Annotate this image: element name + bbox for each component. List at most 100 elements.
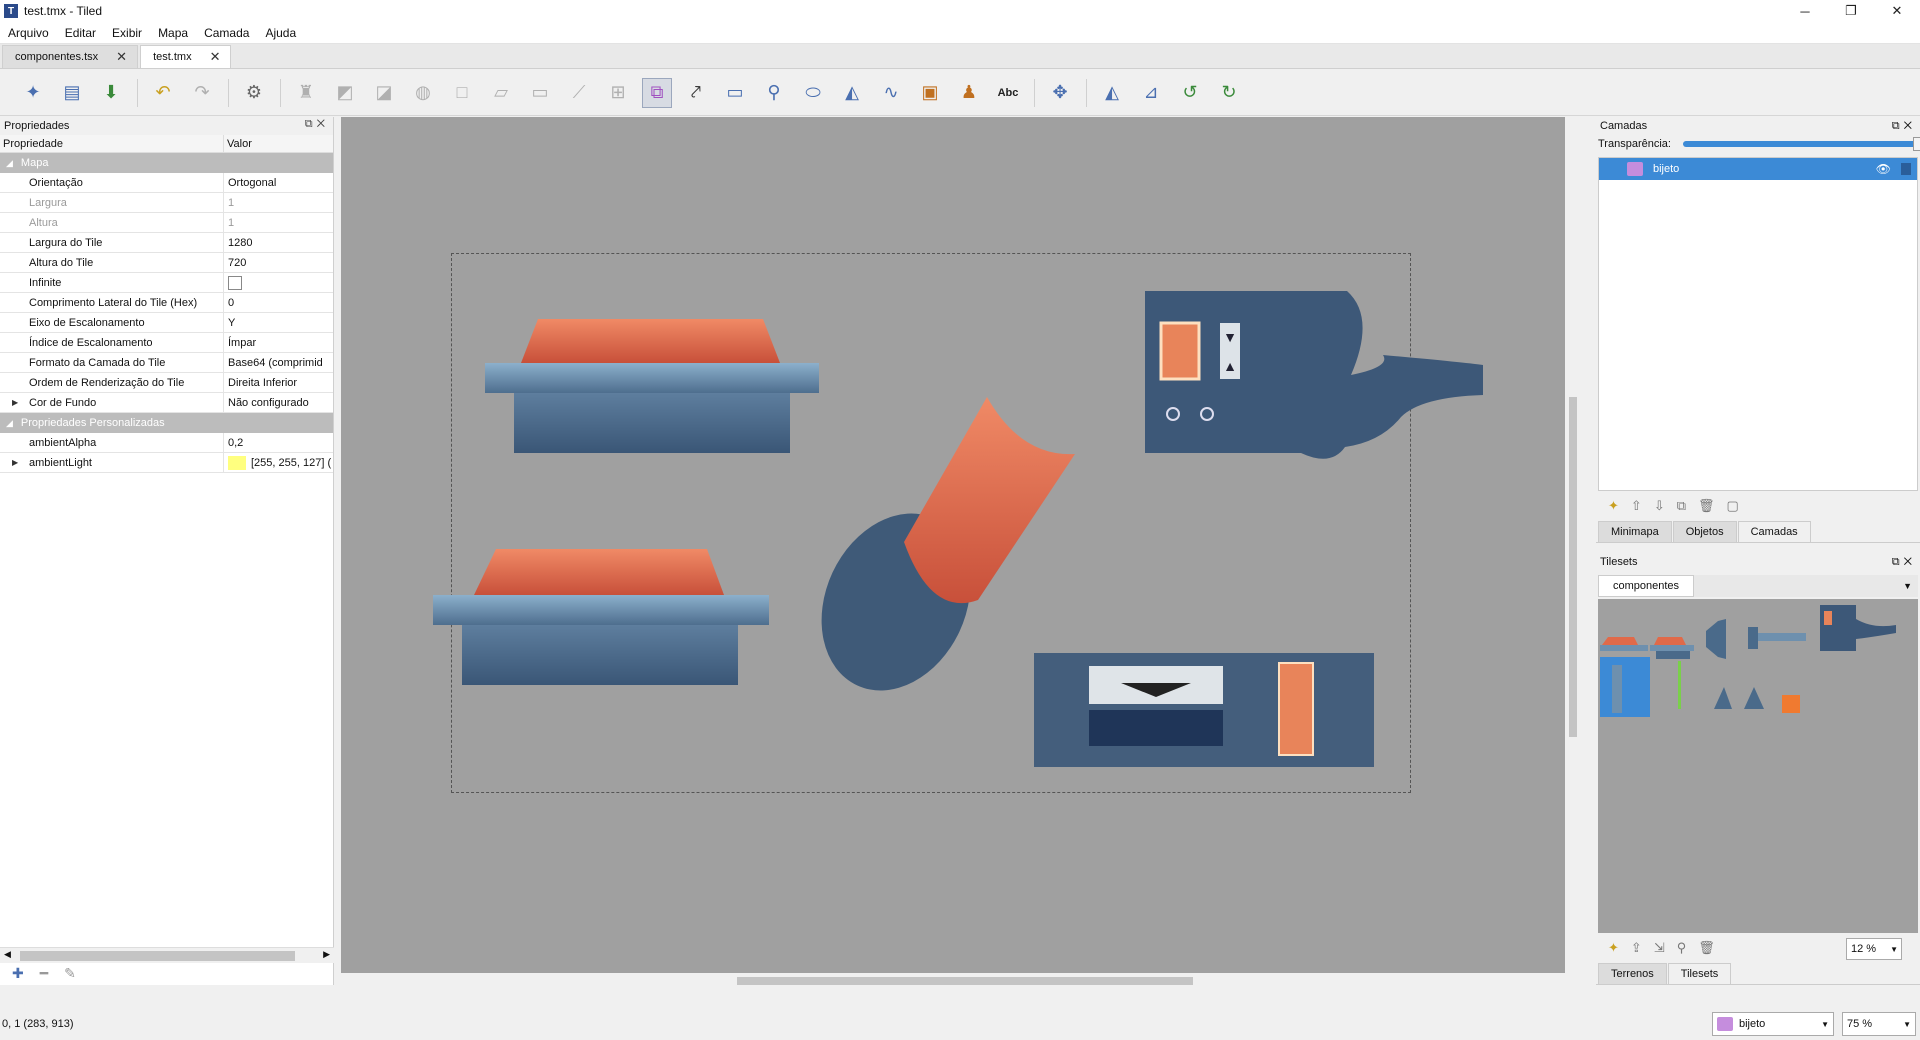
panel-sprite[interactable] — [1034, 653, 1374, 767]
add-property-icon[interactable]: ✚ — [12, 965, 24, 985]
scrollbar-thumb[interactable] — [20, 951, 295, 961]
insert-rectangle-icon[interactable]: ▭ — [720, 78, 750, 108]
property-row[interactable]: ▶ ambientLight [255, 255, 127] ( — [0, 453, 333, 473]
map-zoom-select[interactable]: 75 % ▼ — [1842, 1012, 1916, 1036]
group-map[interactable]: ◢ Mapa — [0, 153, 333, 173]
tab-tilesets[interactable]: Tilesets — [1667, 963, 1732, 984]
flip-vertical-icon[interactable]: ⊿ — [1136, 78, 1166, 108]
property-value[interactable]: Ímpar — [224, 333, 333, 352]
tile[interactable] — [1820, 605, 1896, 651]
rename-property-icon[interactable]: ✎ — [64, 965, 76, 985]
tile-selected[interactable] — [1600, 657, 1650, 717]
magic-wand-icon[interactable]: ⟋ — [564, 78, 594, 108]
select-objects-icon[interactable]: ⧉ — [642, 77, 672, 108]
property-row[interactable]: ambientAlpha 0,2 — [0, 433, 333, 453]
property-row[interactable]: Largura do Tile 1280 — [0, 233, 333, 253]
tile[interactable] — [1678, 661, 1681, 709]
property-row[interactable]: Ordem de Renderização do Tile Direita Inf… — [0, 373, 333, 393]
close-icon[interactable]: ✕ — [116, 49, 127, 65]
insert-point-icon[interactable]: ⚲ — [759, 78, 789, 108]
menu-camada[interactable]: Camada — [196, 26, 257, 40]
property-value[interactable]: [255, 255, 127] ( — [224, 453, 333, 472]
insert-ellipse-icon[interactable]: ⬭ — [798, 78, 828, 108]
delete-layer-icon[interactable]: 🗑 — [1698, 498, 1715, 514]
close-icon[interactable]: ✕ — [210, 49, 221, 65]
property-value[interactable] — [224, 273, 333, 292]
property-value[interactable]: Base64 (comprimid — [224, 353, 333, 372]
tab-objects[interactable]: Objetos — [1672, 521, 1737, 542]
canvas-vertical-scrollbar[interactable] — [1565, 117, 1581, 989]
scroll-left-icon[interactable]: ◀ — [4, 949, 11, 960]
chevron-down-icon[interactable]: ▼ — [1903, 581, 1912, 591]
select-same-tile-icon[interactable]: ⊞ — [603, 78, 633, 108]
lever-sprite[interactable] — [794, 397, 1075, 715]
tab-minimap[interactable]: Minimapa — [1598, 521, 1672, 542]
remove-property-icon[interactable]: ━ — [40, 965, 48, 985]
duplicate-layer-icon[interactable]: ⧉ — [1677, 498, 1686, 514]
collapse-arrow-icon[interactable]: ◢ — [6, 158, 13, 169]
new-layer-icon[interactable]: ✦ — [1608, 498, 1619, 514]
restore-button[interactable]: ❐ — [1828, 0, 1874, 22]
new-file-icon[interactable]: ✦ — [18, 78, 48, 108]
insert-polyline-icon[interactable]: ∿ — [876, 78, 906, 108]
property-value[interactable]: Y — [224, 313, 333, 332]
button-sprite[interactable] — [433, 549, 769, 685]
tile[interactable] — [1748, 627, 1806, 649]
property-row[interactable]: Altura do Tile 720 — [0, 253, 333, 273]
group-custom-properties[interactable]: ◢ Propriedades Personalizadas — [0, 413, 333, 433]
property-row[interactable]: Comprimento Lateral do Tile (Hex) 0 — [0, 293, 333, 313]
expand-arrow-icon[interactable]: ▶ — [12, 398, 18, 407]
canvas-horizontal-scrollbar[interactable] — [341, 973, 1565, 989]
wang-brush-icon[interactable]: ◪ — [369, 78, 399, 108]
property-row[interactable]: Índice de Escalonamento Ímpar — [0, 333, 333, 353]
color-swatch[interactable] — [228, 455, 246, 470]
expand-arrow-icon[interactable]: ▶ — [12, 458, 18, 467]
flip-horizontal-icon[interactable]: ◭ — [1097, 78, 1127, 108]
slider-handle[interactable] — [1913, 137, 1920, 151]
eraser-icon[interactable]: ▱ — [486, 78, 516, 108]
button-sprite[interactable] — [485, 319, 819, 453]
import-tileset-icon[interactable]: ⇪ — [1631, 940, 1642, 956]
chevron-down-icon[interactable]: ▼ — [1903, 1020, 1911, 1029]
scrollbar-thumb[interactable] — [1569, 397, 1577, 737]
tileset-zoom-select[interactable]: 12 % ▼ — [1846, 938, 1902, 960]
new-tileset-icon[interactable]: ✦ — [1608, 940, 1619, 956]
tile[interactable] — [1744, 687, 1764, 709]
tab-test[interactable]: test.tmx ✕ — [140, 45, 232, 68]
collapse-arrow-icon[interactable]: ◢ — [6, 418, 13, 429]
lock-icon[interactable] — [1901, 163, 1911, 175]
shape-fill-icon[interactable]: □ — [447, 78, 477, 108]
open-file-icon[interactable]: ▤ — [57, 78, 87, 108]
menu-ajuda[interactable]: Ajuda — [257, 26, 304, 40]
rect-select-icon[interactable]: ▭ — [525, 78, 555, 108]
command-gear-icon[interactable]: ⚙ — [239, 78, 269, 108]
property-value[interactable]: 0,2 — [224, 433, 333, 452]
close-window-button[interactable]: ✕ — [1874, 0, 1920, 22]
column-header-property[interactable]: Propriedade — [0, 135, 224, 152]
property-row[interactable]: ▶ Cor de Fundo Não configurado — [0, 393, 333, 413]
chevron-down-icon[interactable]: ▼ — [1821, 1020, 1829, 1029]
property-row[interactable]: Eixo de Escalonamento Y — [0, 313, 333, 333]
property-value[interactable]: Direita Inferior — [224, 373, 333, 392]
toggle-other-layers-icon[interactable]: ▢ — [1727, 498, 1739, 514]
save-icon[interactable]: ⬇ — [96, 78, 126, 108]
remove-tileset-icon[interactable]: 🗑 — [1698, 940, 1715, 956]
undo-icon[interactable]: ↶ — [148, 78, 178, 108]
tile[interactable] — [1600, 637, 1648, 651]
properties-horizontal-scrollbar[interactable]: ◀ ▶ — [0, 947, 334, 963]
map-canvas[interactable]: ▼ ▲ — [341, 117, 1581, 989]
menu-editar[interactable]: Editar — [57, 26, 104, 40]
tile[interactable] — [1706, 619, 1726, 659]
rotate-right-icon[interactable]: ↻ — [1214, 78, 1244, 108]
rotate-left-icon[interactable]: ↺ — [1175, 78, 1205, 108]
edit-tileset-icon[interactable]: ⚲ — [1677, 940, 1687, 956]
raise-layer-icon[interactable]: ⇧ — [1631, 498, 1642, 514]
scrollbar-thumb[interactable] — [737, 977, 1193, 985]
panel-float-close-icons[interactable]: ⧉✕ — [305, 118, 329, 131]
property-value[interactable]: 720 — [224, 253, 333, 272]
tab-terrains[interactable]: Terrenos — [1598, 963, 1667, 984]
tileset-tab-componentes[interactable]: componentes — [1598, 575, 1695, 597]
stamp-brush-icon[interactable]: ♜ — [291, 78, 321, 108]
insert-template-icon[interactable]: ♟ — [954, 78, 984, 108]
layer-item-bijeto[interactable]: bijeto 👁 — [1599, 158, 1917, 180]
